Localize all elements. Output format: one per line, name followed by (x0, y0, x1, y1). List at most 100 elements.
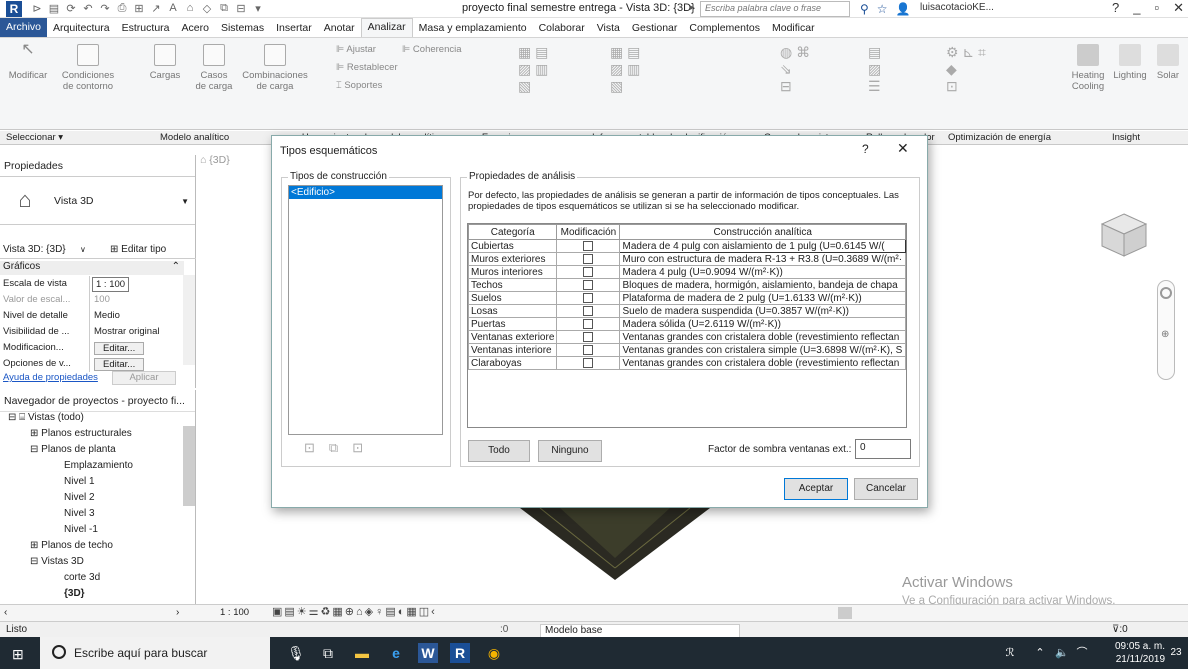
list-item-edificio[interactable]: <Edificio> (289, 186, 442, 199)
combinaciones-button[interactable]: Combinaciones de carga (240, 44, 310, 92)
lighting-button[interactable]: Lighting (1110, 44, 1150, 81)
shade-factor-input[interactable]: 0 (855, 439, 911, 459)
tree-node-level-3[interactable]: Nivel 3 (64, 508, 95, 519)
override-checkbox[interactable] (583, 331, 594, 342)
browser-scrollbar[interactable] (183, 426, 195, 506)
filter-count[interactable]: ⊽:0 (1112, 624, 1128, 635)
properties-scrollbar[interactable] (183, 275, 195, 365)
network-icon[interactable]: ⌒ (1072, 643, 1092, 663)
construction-types-list[interactable]: <Edificio> (288, 185, 443, 435)
chevron-down-icon[interactable]: ▼ (181, 197, 189, 206)
viewcube[interactable] (1096, 210, 1152, 258)
search-expand-icon[interactable]: ▸ (690, 2, 695, 13)
casos-carga-button[interactable]: Casos de carga (194, 44, 234, 92)
override-checkbox[interactable] (583, 266, 594, 277)
detail-level-value[interactable]: Medio (90, 308, 120, 324)
dimension-icon[interactable]: ↗ (149, 2, 163, 15)
tree-node-structural-plans[interactable]: ⊞ Planos estructurales (30, 428, 132, 439)
volume-icon[interactable]: 🔈 (1052, 643, 1072, 663)
modelo-analitico-panel[interactable]: Modelo analítico (160, 132, 229, 143)
tab-archivo[interactable]: Archivo (0, 18, 48, 37)
instance-selector[interactable]: Vista 3D: {3D} (3, 244, 66, 255)
tree-node-views[interactable]: ⊟ ⌸ Vistas (todo) (8, 412, 84, 423)
tree-node-corte-3d[interactable]: corte 3d (64, 572, 100, 583)
tree-node-3d[interactable]: {3D} (64, 588, 85, 599)
duplicate-type-icon[interactable]: ⧉ (329, 440, 338, 456)
save-icon[interactable]: ▤ (47, 2, 61, 15)
apply-button[interactable]: Aplicar (112, 371, 176, 385)
steering-wheel-icon[interactable] (1160, 287, 1172, 299)
tree-node-3d-views[interactable]: ⊟ Vistas 3D (30, 556, 84, 567)
close-hidden-icon[interactable]: ⧉ (217, 2, 231, 15)
cell-construction[interactable]: Muro con estructura de madera R-13 + R3.… (619, 252, 906, 266)
override-checkbox[interactable] (583, 344, 594, 355)
override-checkbox[interactable] (583, 357, 594, 368)
tab-colaborar[interactable]: Colaborar (533, 22, 591, 34)
revit-taskbar-icon[interactable]: R (450, 643, 470, 663)
solar-button[interactable]: Solar (1150, 44, 1186, 81)
customize-qat-icon[interactable]: ▾ (251, 2, 265, 15)
modificar-button[interactable]: ↖ Modificar (8, 42, 48, 82)
open-icon[interactable]: ⊳ (30, 2, 44, 15)
tab-modificar[interactable]: Modificar (766, 22, 821, 34)
instance-dropdown-icon[interactable]: ∨ (80, 241, 86, 259)
redo-icon[interactable]: ↷ (98, 2, 112, 15)
tab-anotar[interactable]: Anotar (318, 22, 361, 34)
close-button[interactable]: ✕ (1173, 0, 1184, 16)
tree-node-site[interactable]: Emplazamiento (64, 460, 133, 471)
cell-construction[interactable]: Ventanas grandes con cristalera simple (… (619, 343, 906, 357)
cell-construction[interactable]: Ventanas grandes con cristalera doble (r… (619, 356, 906, 370)
optimizacion-panel[interactable]: Optimización de energía (948, 132, 1051, 143)
help-button[interactable]: ? (1112, 0, 1119, 16)
revit-logo-icon[interactable]: R (6, 0, 22, 17)
schedules-icons[interactable]: ▦ ▤ ▨ ▥ ▧ (610, 44, 640, 95)
restablecer-button[interactable]: ⊫ Restablecer (336, 62, 398, 73)
seleccionar-panel[interactable]: Seleccionar ▾ (6, 132, 63, 143)
people-icon[interactable]: ℛ (1000, 643, 1020, 663)
tree-node-ceiling-plans[interactable]: ⊞ Planos de techo (30, 540, 113, 551)
system-tray-icons[interactable]: ⌃ (1030, 643, 1050, 663)
binoculars-icon[interactable]: ⚲ (860, 2, 869, 16)
view-scale-input[interactable]: 1 : 100 (92, 276, 130, 292)
cell-construction[interactable]: Madera sólida (U=2.6119 W/(m²·K)) (619, 317, 906, 331)
cell-construction[interactable]: Madera de 4 pulg con aislamiento de 1 pu… (619, 239, 906, 253)
tab-acero[interactable]: Acero (176, 22, 215, 34)
heating-cooling-button[interactable]: Heating Cooling (1068, 44, 1108, 92)
horizontal-scrollbar[interactable] (838, 607, 852, 619)
graphics-section[interactable]: Gráficos ⌃ (0, 261, 184, 275)
check-systems-icons[interactable]: ◍ ⌘ ⇘ ⊟ (780, 44, 810, 95)
override-checkbox[interactable] (583, 279, 594, 290)
tab-insertar[interactable]: Insertar (270, 22, 318, 34)
search-input[interactable]: Escriba palabra clave o frase (700, 1, 850, 17)
notifications-icon[interactable]: 23 (1166, 643, 1186, 663)
task-view-icon[interactable]: ⧉ (318, 643, 338, 663)
tree-node-level-1[interactable]: Nivel 1 (64, 476, 95, 487)
undo-icon[interactable]: ↶ (81, 2, 95, 15)
view-tab[interactable]: ⌂ {3D} (200, 154, 230, 166)
navigation-bar[interactable]: ⊕ (1157, 280, 1175, 380)
tab-estructura[interactable]: Estructura (116, 22, 176, 34)
visibility-value[interactable]: Mostrar original (90, 324, 159, 340)
select-none-button[interactable]: Ninguno (538, 440, 602, 462)
sync-icon[interactable]: ⟳ (64, 2, 78, 15)
override-checkbox[interactable] (583, 292, 594, 303)
collapse-icon[interactable]: ⌃ (172, 261, 180, 272)
override-checkbox[interactable] (583, 318, 594, 329)
user-name[interactable]: luisacotacioKE... (920, 2, 994, 13)
scroll-right-icon[interactable]: › (176, 607, 179, 618)
override-checkbox[interactable] (583, 253, 594, 264)
soportes-button[interactable]: ⌶ Soportes (336, 80, 382, 91)
view-control-icons[interactable]: ▣▤☀⚌♻▦⊕⌂◈♀▤◐▦◫‹ (272, 605, 437, 618)
condiciones-contorno-button[interactable]: Condiciones de contorno (58, 44, 118, 92)
section-icon[interactable]: ◇ (200, 2, 214, 15)
building-model[interactable] (500, 508, 730, 580)
tab-arquitectura[interactable]: Arquitectura (47, 22, 116, 34)
cell-construction[interactable]: Madera 4 pulg (U=0.9094 W/(m²·K)) (619, 265, 906, 279)
cargas-button[interactable]: Cargas (148, 44, 182, 81)
dialog-close-button[interactable]: ✕ (897, 140, 909, 157)
override-checkbox[interactable] (583, 305, 594, 316)
tree-node-floor-plans[interactable]: ⊟ Planos de planta (30, 444, 116, 455)
word-icon[interactable]: W (418, 643, 438, 663)
energy-icons[interactable]: ⚙ ⊾ ⌗ ◆ ⊡ (946, 44, 986, 95)
properties-help-link[interactable]: Ayuda de propiedades (3, 372, 98, 383)
